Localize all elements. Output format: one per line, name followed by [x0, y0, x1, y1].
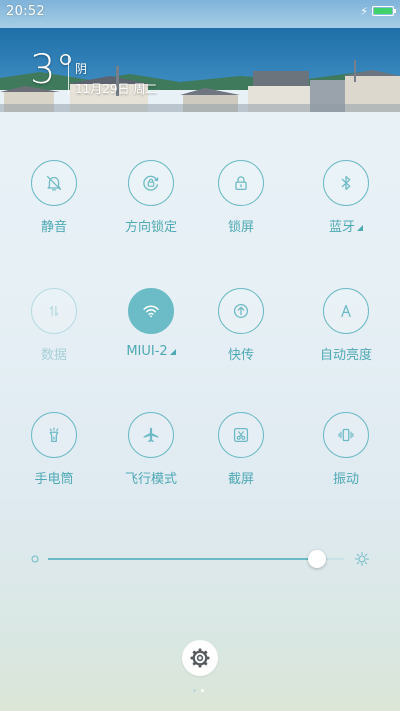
toggle-mobile-data-button[interactable] — [31, 288, 77, 334]
toggle-vibrate[interactable]: 振动 — [301, 412, 391, 487]
battery-level — [374, 8, 392, 14]
toggle-lock-screen-button[interactable] — [218, 160, 264, 206]
toggle-lock-screen-label: 锁屏 — [227, 220, 254, 235]
brightness-fill — [48, 558, 318, 560]
toggle-mobile-data[interactable]: 数据 — [9, 288, 99, 363]
battery-icon — [372, 6, 396, 16]
weather-header[interactable]: 20:52 ⚡ 3° 阴 11月29日 周二 — [0, 0, 400, 112]
wifi-icon — [143, 305, 159, 318]
status-icons: ⚡ — [360, 4, 396, 18]
bluetooth-icon — [341, 175, 351, 191]
toggle-auto-brightness-label: 自动亮度 — [319, 348, 372, 363]
rotation-lock-icon — [143, 175, 159, 191]
toggle-vibrate-button[interactable] — [323, 412, 369, 458]
settings-button[interactable] — [182, 640, 218, 676]
toggle-airplane-mode-button[interactable] — [128, 412, 174, 458]
quick-transfer-icon — [233, 303, 249, 319]
vibrate-icon — [338, 428, 354, 442]
toggle-silent-label: 静音 — [40, 220, 67, 235]
brightness-slider[interactable] — [30, 548, 370, 570]
weather-divider — [68, 56, 69, 96]
toggle-airplane-mode[interactable]: 飞行模式 — [106, 412, 196, 487]
toggle-screenshot-button[interactable] — [218, 412, 264, 458]
toggle-flashlight-button[interactable] — [31, 412, 77, 458]
toggle-auto-brightness[interactable]: 自动亮度 — [301, 288, 391, 363]
toggle-bluetooth-text: 蓝牙 — [328, 220, 355, 235]
toggle-silent-button[interactable] — [31, 160, 77, 206]
more-options-indicator — [169, 349, 176, 355]
more-options-indicator — [357, 225, 363, 231]
flashlight-icon — [49, 427, 59, 443]
toggle-vibrate-label: 振动 — [332, 472, 359, 487]
toggle-rotation-lock[interactable]: 方向锁定 — [106, 160, 196, 235]
toggle-quick-transfer-button[interactable] — [218, 288, 264, 334]
toggle-flashlight[interactable]: 手电筒 — [9, 412, 99, 487]
toggle-bluetooth-label: 蓝牙 — [301, 216, 391, 235]
toggle-mobile-data-label: 数据 — [40, 348, 67, 363]
screenshot-icon — [233, 427, 249, 443]
toggle-quick-transfer[interactable]: 快传 — [196, 288, 286, 363]
airplane-icon — [143, 427, 159, 443]
status-clock: 20:52 — [6, 4, 45, 19]
toggle-rotation-lock-label: 方向锁定 — [124, 220, 177, 235]
brightness-low-icon — [31, 555, 39, 563]
weather-condition: 阴 — [75, 62, 88, 76]
brightness-thumb[interactable] — [308, 550, 327, 568]
toggle-rotation-lock-button[interactable] — [128, 160, 174, 206]
toggle-flashlight-label: 手电筒 — [34, 472, 74, 487]
toggle-wifi-text: MIUI-2 — [126, 344, 168, 359]
toggle-airplane-mode-label: 飞行模式 — [124, 472, 177, 487]
page-indicator — [193, 689, 204, 692]
brightness-track[interactable] — [48, 550, 344, 568]
toggle-silent[interactable]: 静音 — [9, 160, 99, 235]
toggle-wifi-label: MIUI-2 — [106, 344, 196, 359]
weather-date: 11月29日 周二 — [75, 82, 158, 96]
auto-brightness-icon — [341, 304, 351, 318]
lock-icon — [235, 176, 247, 191]
toggle-quick-transfer-label: 快传 — [227, 348, 254, 363]
toggle-bluetooth-button[interactable] — [323, 160, 369, 206]
bell-mute-icon — [46, 175, 62, 191]
toggle-lock-screen[interactable]: 锁屏 — [196, 160, 286, 235]
toggle-screenshot-label: 截屏 — [227, 472, 254, 487]
toggle-bluetooth[interactable]: 蓝牙 — [301, 160, 391, 235]
page-dot-2 — [201, 689, 204, 692]
charging-icon: ⚡ — [360, 4, 368, 18]
toggle-wifi-button[interactable] — [128, 288, 174, 334]
gear-icon — [190, 648, 210, 668]
mobile-data-icon — [49, 305, 59, 317]
page-dot-1 — [193, 689, 196, 692]
toggle-wifi[interactable]: MIUI-2 — [106, 288, 196, 359]
brightness-high-icon — [355, 552, 369, 566]
toggle-auto-brightness-button[interactable] — [323, 288, 369, 334]
toggle-screenshot[interactable]: 截屏 — [196, 412, 286, 487]
